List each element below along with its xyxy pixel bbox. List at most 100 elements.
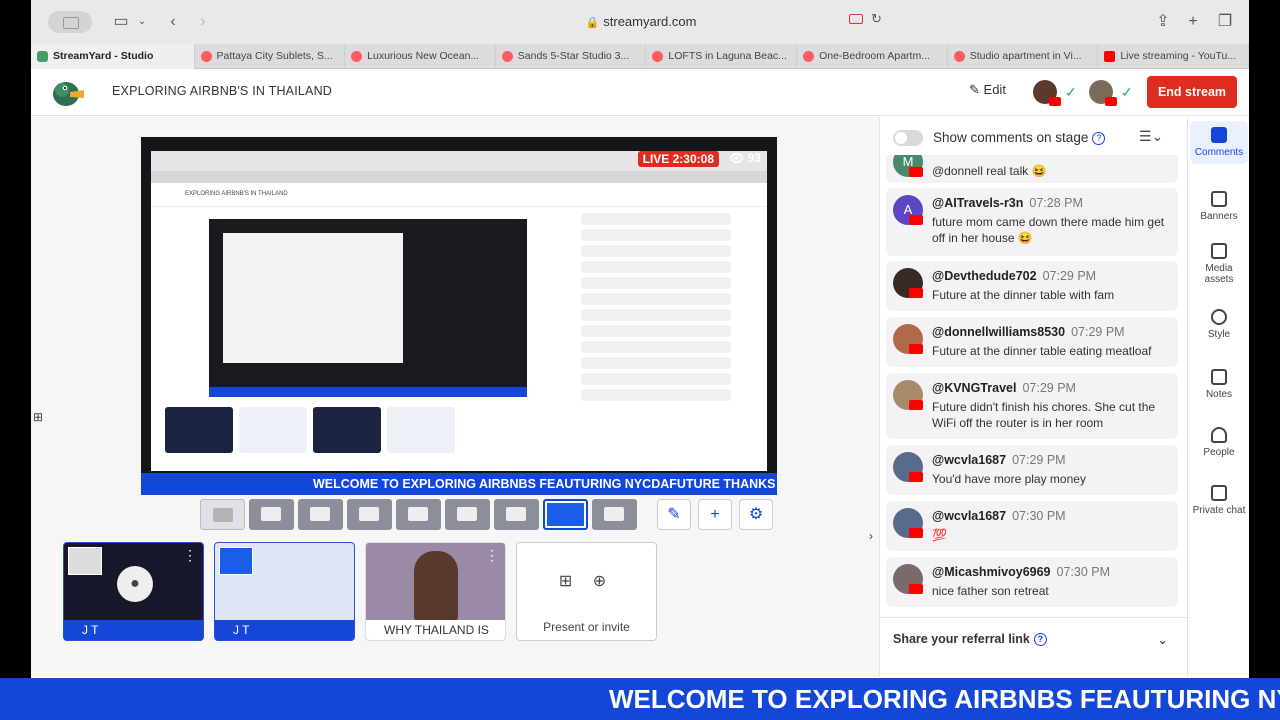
layout-screen[interactable] bbox=[543, 499, 588, 530]
settings-gear-icon[interactable]: ⚙ bbox=[739, 499, 773, 530]
tab-airbnb[interactable]: Sands 5-Star Studio 3... bbox=[496, 44, 647, 69]
broadcast-title[interactable]: EXPLORING AIRBNB'S IN THAILAND bbox=[112, 84, 332, 98]
layout-selector bbox=[200, 499, 637, 530]
new-tab-icon[interactable]: + bbox=[1185, 11, 1201, 33]
avatar bbox=[893, 508, 923, 538]
rail-banners[interactable]: Banners bbox=[1190, 191, 1248, 222]
layout-cinema[interactable] bbox=[494, 499, 539, 530]
rail-label: Comments bbox=[1194, 147, 1244, 158]
rail-notes[interactable]: Notes bbox=[1190, 369, 1248, 400]
end-stream-button[interactable]: End stream bbox=[1147, 76, 1237, 108]
edit-label: Edit bbox=[983, 82, 1006, 97]
right-rail: Comments Banners Media assets Style Note… bbox=[1187, 117, 1249, 677]
share-icon[interactable]: ⇪ bbox=[1155, 11, 1171, 33]
tab-overview-icon[interactable]: ❐ bbox=[1217, 11, 1233, 33]
show-comments-toggle[interactable] bbox=[893, 130, 923, 146]
comment-author: @wcvla1687 bbox=[932, 453, 1007, 467]
avatar bbox=[893, 268, 923, 298]
stage-banner: WELCOME TO EXPLORING AIRBNBS FEAUTURING … bbox=[141, 473, 777, 495]
back-button[interactable]: ‹ bbox=[165, 11, 181, 33]
filter-icon[interactable]: ☰⌄ bbox=[1139, 128, 1163, 145]
mini-title: EXPLORING AIRBNB'S IN THAILAND bbox=[151, 183, 767, 207]
more-icon[interactable]: ⋮ bbox=[183, 547, 197, 564]
url-text: streamyard.com bbox=[603, 14, 697, 29]
layout-pip[interactable] bbox=[396, 499, 441, 530]
referral-link-section[interactable]: Share your referral link? ⌄ bbox=[880, 617, 1188, 663]
help-icon[interactable]: ? bbox=[1092, 132, 1106, 145]
tab-streamyard[interactable]: StreamYard - Studio bbox=[31, 44, 195, 69]
comment-item[interactable]: A @AITravels-r3n 07:28 PM future mom came… bbox=[886, 188, 1178, 256]
tab-label: Sands 5-Star Studio 3... bbox=[517, 50, 630, 62]
airbnb-favicon bbox=[351, 51, 363, 62]
collapse-chevron-icon[interactable]: › bbox=[869, 529, 873, 543]
rail-label: People bbox=[1203, 447, 1235, 458]
media-icon bbox=[1211, 243, 1227, 259]
present-or-invite[interactable]: ⊞ ⊕ Present or invite bbox=[516, 542, 657, 641]
layout-side[interactable] bbox=[445, 499, 490, 530]
rail-comments[interactable]: Comments bbox=[1190, 121, 1248, 164]
avatar bbox=[893, 380, 923, 410]
bottom-ticker-banner: WELCOME TO EXPLORING AIRBNBS FEAUTURING … bbox=[0, 678, 1280, 720]
present-invite-label: Present or invite bbox=[543, 620, 630, 634]
rail-private-chat[interactable]: Private chat bbox=[1190, 485, 1248, 516]
comment-author: @Devthedude702 bbox=[932, 269, 1037, 283]
people-icon bbox=[1211, 427, 1227, 443]
tab-airbnb[interactable]: One-Bedroom Apartm... bbox=[797, 44, 948, 69]
comment-author: @wcvla1687 bbox=[932, 509, 1007, 523]
destination-youtube[interactable]: ✓ bbox=[1033, 78, 1083, 106]
tab-airbnb[interactable]: Studio apartment in Vi... bbox=[948, 44, 1099, 69]
tab-youtube[interactable]: Live streaming - YouTu... bbox=[1098, 44, 1249, 69]
comment-item[interactable]: @wcvla1687 07:30 PM 💯 bbox=[886, 501, 1178, 551]
forward-button[interactable]: › bbox=[195, 11, 211, 33]
layout-panel-icon[interactable]: ⊞ bbox=[33, 410, 43, 424]
more-icon[interactable]: ⋮ bbox=[485, 547, 499, 564]
layout-background[interactable] bbox=[592, 499, 637, 530]
rail-label: Banners bbox=[1200, 211, 1238, 222]
screen-record-icon[interactable] bbox=[849, 14, 863, 24]
tab-airbnb[interactable]: LOFTS in Laguna Beac... bbox=[646, 44, 798, 69]
palette-icon bbox=[1211, 309, 1227, 325]
chevron-down-icon[interactable]: ⌄ bbox=[135, 11, 149, 33]
tab-label: Luxurious New Ocean... bbox=[367, 50, 480, 62]
tab-airbnb[interactable]: Pattaya City Sublets, S... bbox=[195, 44, 346, 69]
layout-thin[interactable] bbox=[347, 499, 392, 530]
edit-button[interactable]: ✎ Edit bbox=[969, 82, 1006, 98]
source-screen[interactable]: J T bbox=[214, 542, 355, 641]
chevron-down-icon[interactable]: ⌄ bbox=[1158, 632, 1168, 647]
layout-solo[interactable] bbox=[200, 499, 245, 530]
comment-item[interactable]: @donnellwilliams8530 07:29 PM Future at t… bbox=[886, 317, 1178, 367]
tab-airbnb[interactable]: Luxurious New Ocean... bbox=[345, 44, 496, 69]
tab-label: One-Bedroom Apartm... bbox=[819, 50, 930, 62]
airbnb-favicon bbox=[803, 51, 815, 62]
reload-icon[interactable]: ↻ bbox=[871, 11, 882, 27]
avatar: A bbox=[893, 195, 923, 225]
pencil-button[interactable]: ✎ bbox=[657, 499, 691, 530]
avatar bbox=[893, 324, 923, 354]
rail-people[interactable]: People bbox=[1190, 427, 1248, 458]
comment-item[interactable]: M @donnell real talk 😆 bbox=[886, 155, 1178, 183]
comment-item[interactable]: @Devthedude702 07:29 PM Future at the din… bbox=[886, 261, 1178, 311]
source-camera[interactable]: ⋮ ● J T bbox=[63, 542, 204, 641]
sidebar-toggle-button[interactable] bbox=[48, 11, 92, 33]
comment-item[interactable]: @Micashmivoy6969 07:30 PM nice father son… bbox=[886, 557, 1178, 607]
sidebar-icon[interactable]: ▭ bbox=[111, 11, 131, 33]
rail-style[interactable]: Style bbox=[1190, 309, 1248, 340]
comment-text: @donnell real talk 😆 bbox=[932, 164, 1047, 178]
tab-bar: StreamYard - Studio Pattaya City Sublets… bbox=[31, 44, 1249, 69]
rail-label: Media assets bbox=[1204, 263, 1234, 285]
destination-youtube[interactable]: ✓ bbox=[1089, 78, 1139, 106]
tab-label: Pattaya City Sublets, S... bbox=[216, 50, 333, 62]
source-label: J T bbox=[64, 620, 203, 640]
comment-item[interactable]: @KVNGTravel 07:29 PM Future didn't finish… bbox=[886, 373, 1178, 439]
comment-item[interactable]: @wcvla1687 07:29 PM You'd have more play … bbox=[886, 445, 1178, 495]
add-button[interactable]: + bbox=[698, 499, 732, 530]
layout-leader[interactable] bbox=[298, 499, 343, 530]
app-header: EXPLORING AIRBNB'S IN THAILAND ✎ Edit ✓ … bbox=[31, 69, 1249, 116]
source-video[interactable]: ⋮ WHY THAILAND IS R... bbox=[365, 542, 506, 641]
comment-list: M @donnell real talk 😆 A @AITravels-r3n 0… bbox=[886, 155, 1178, 613]
comment-time: 07:29 PM bbox=[1042, 269, 1097, 283]
help-icon[interactable]: ? bbox=[1033, 633, 1047, 646]
rail-media-assets[interactable]: Media assets bbox=[1190, 243, 1248, 285]
layout-group[interactable] bbox=[249, 499, 294, 530]
address-bar[interactable]: 🔒 streamyard.com bbox=[391, 9, 891, 35]
